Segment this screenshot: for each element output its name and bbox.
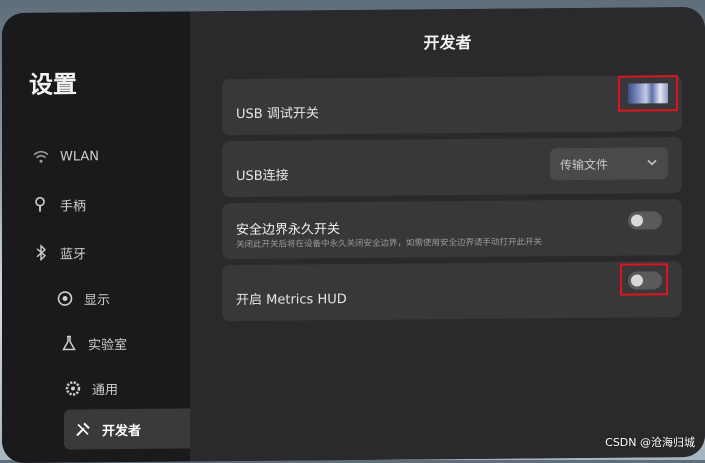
usb-debug-label: USB 调试开关 xyxy=(236,106,319,123)
usb-debug-toggle-obscured[interactable] xyxy=(628,83,668,104)
sidebar-item-label: 蓝牙 xyxy=(60,246,87,263)
controller-icon xyxy=(32,196,50,214)
boundary-row: 安全边界永久开关 关闭此开关后将在设备中永久关闭安全边界，如需使用安全边界请手动… xyxy=(222,199,682,260)
watermark: CSDN @沧海归城 xyxy=(605,436,695,449)
developer-page: 开发者 USB 调试开关 USB连接 传输文件 安全边界永久开关 关闭此开关后将… xyxy=(190,6,705,462)
chevron-down-icon xyxy=(646,156,658,168)
boundary-description: 关闭此开关后将在设备中永久关闭安全边界，如需使用安全边界请手动打开此开关 xyxy=(236,237,543,251)
sidebar-item-label: 实验室 xyxy=(88,337,128,353)
sidebar: 设置 WLAN 手柄 蓝牙 显示 实验室 通用 开发者 xyxy=(2,11,216,463)
sidebar-item-wlan[interactable]: WLAN xyxy=(32,137,182,174)
wifi-icon xyxy=(32,148,50,166)
sidebar-item-controller[interactable]: 手柄 xyxy=(32,185,182,222)
metrics-hud-row: 开启 Metrics HUD xyxy=(222,261,682,322)
eye-icon xyxy=(56,289,74,307)
usb-connection-row: USB连接 传输文件 xyxy=(222,137,682,198)
sidebar-item-label: 显示 xyxy=(84,292,111,308)
usb-connection-select[interactable]: 传输文件 xyxy=(550,147,668,181)
tools-icon xyxy=(74,420,92,438)
gear-icon xyxy=(64,379,82,397)
sidebar-item-label: WLAN xyxy=(60,148,100,165)
page-title: 开发者 xyxy=(423,32,472,53)
highlight-box xyxy=(620,263,668,296)
usb-connection-label: USB连接 xyxy=(236,168,289,185)
sidebar-item-bluetooth[interactable]: 蓝牙 xyxy=(32,233,182,270)
sidebar-item-display[interactable]: 显示 xyxy=(56,279,206,316)
sidebar-item-label: 开发者 xyxy=(102,423,142,439)
usb-debug-row[interactable]: USB 调试开关 xyxy=(222,75,682,136)
sidebar-item-label: 通用 xyxy=(92,382,119,398)
boundary-toggle[interactable] xyxy=(628,211,662,230)
boundary-title: 安全边界永久开关 xyxy=(236,222,341,239)
flask-icon xyxy=(60,334,78,352)
sidebar-item-label: 手柄 xyxy=(60,198,87,215)
sidebar-title: 设置 xyxy=(29,70,77,99)
settings-panel: 设置 WLAN 手柄 蓝牙 显示 实验室 通用 开发者 开发者 USB 调试开关… xyxy=(2,6,705,463)
sidebar-item-lab[interactable]: 实验室 xyxy=(60,324,210,361)
toggle-knob xyxy=(631,214,643,227)
metrics-hud-label: 开启 Metrics HUD xyxy=(236,292,347,309)
usb-connection-value: 传输文件 xyxy=(560,157,609,172)
bluetooth-icon xyxy=(32,244,50,262)
